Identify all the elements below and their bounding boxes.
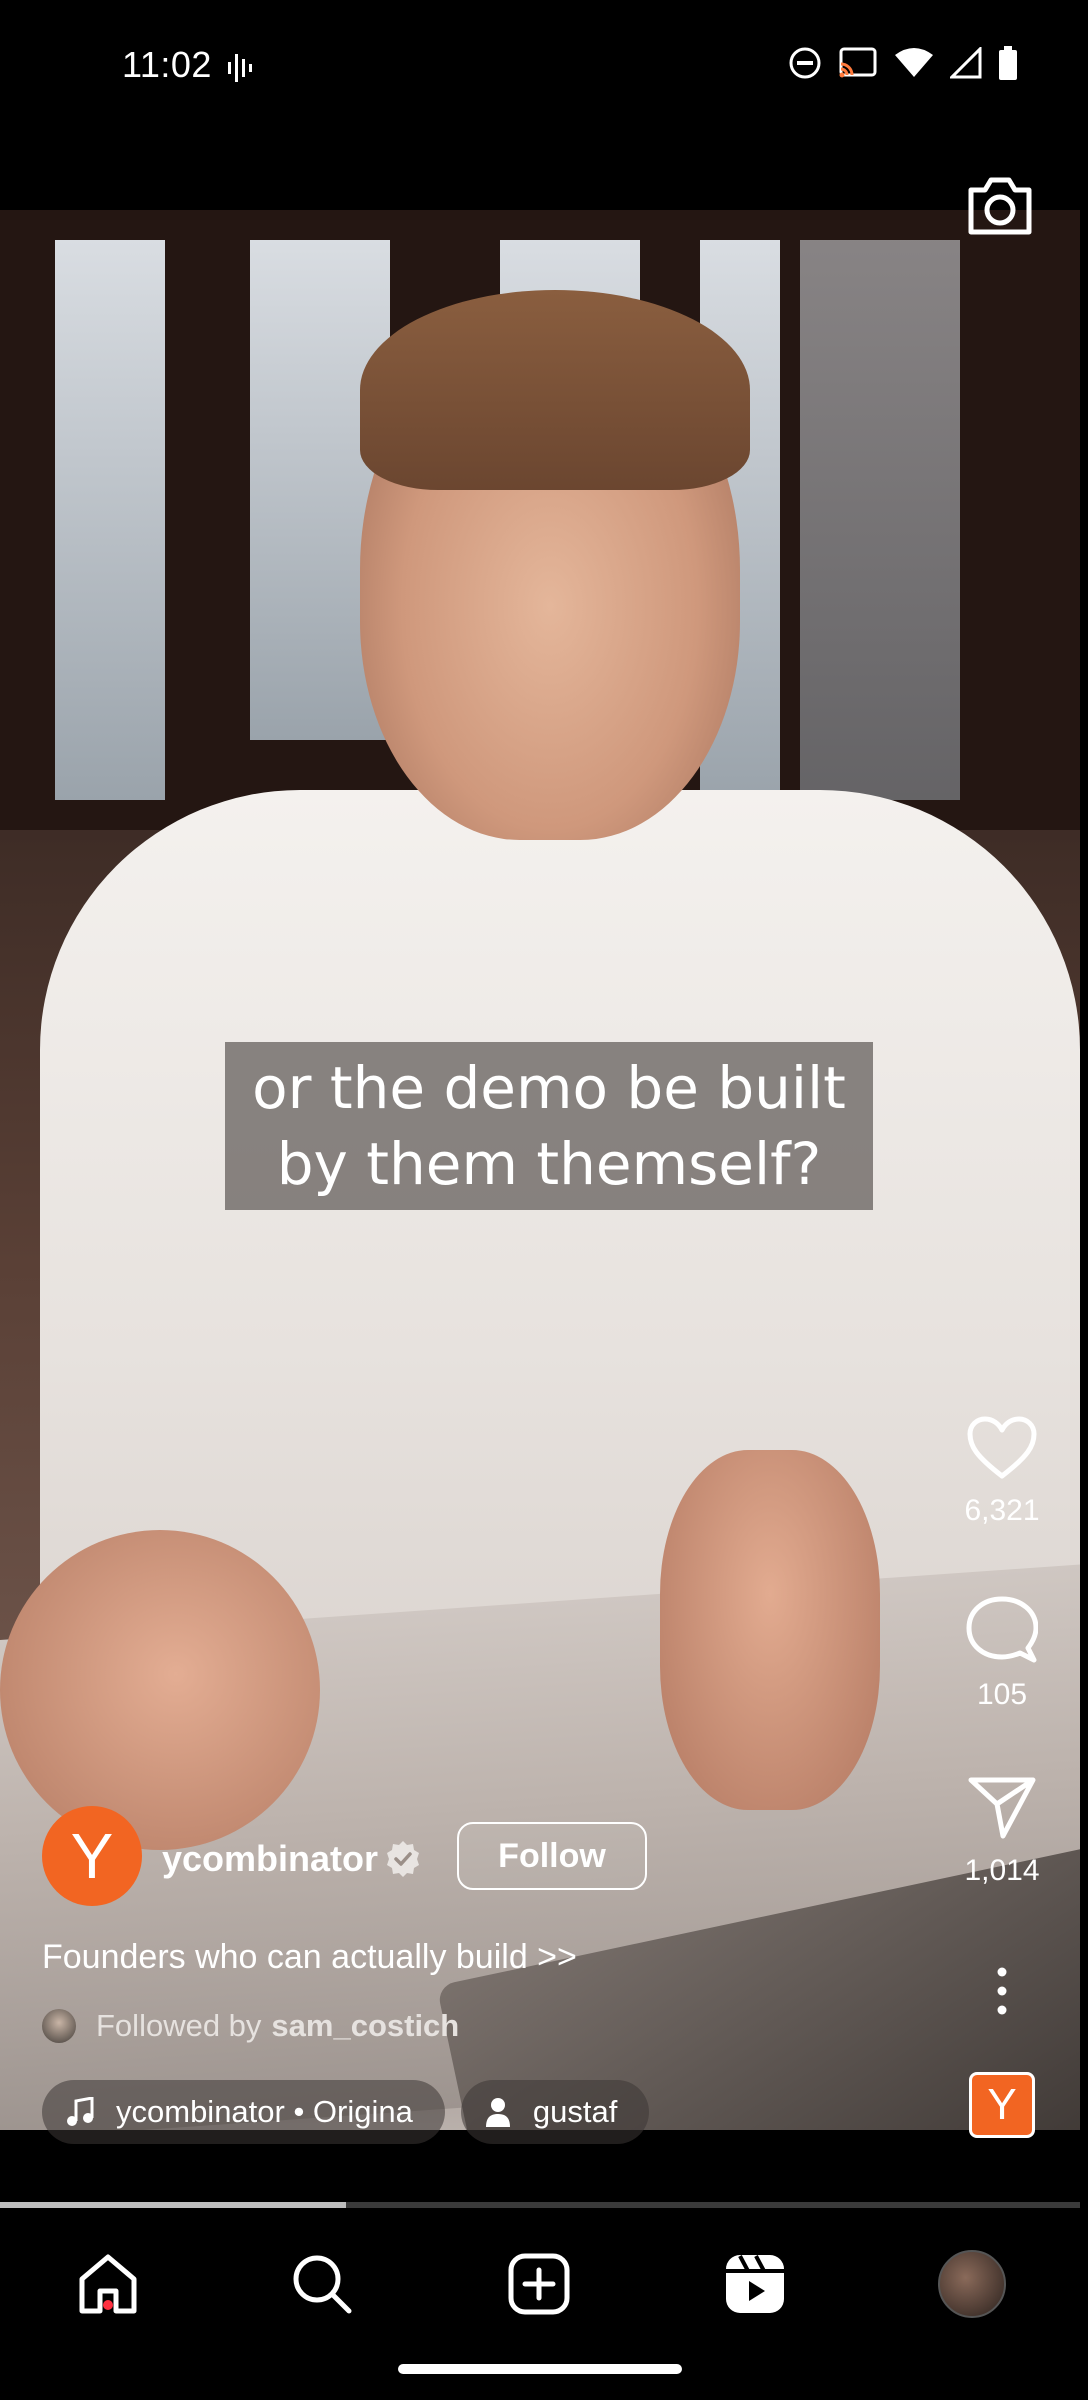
home-indicator[interactable] [398, 2364, 682, 2374]
playback-progress[interactable] [0, 2202, 1080, 2208]
like-action[interactable]: 6,321 [950, 1416, 1054, 1528]
status-time: 11:02 [122, 44, 212, 85]
caption-line-1: or the demo be built [252, 1054, 846, 1122]
audio-tile-letter: Y [987, 2080, 1017, 2129]
wifi-icon [895, 48, 933, 77]
followed-by-user: sam_costich [271, 2008, 460, 2043]
nav-profile[interactable] [932, 2244, 1012, 2324]
followed-by[interactable]: Followed by sam_costich [42, 2008, 459, 2044]
caption-line-2: by them themself? [276, 1130, 822, 1198]
comment-count: 105 [976, 1678, 1028, 1711]
cell-signal-icon [950, 47, 982, 79]
more-options-icon[interactable] [990, 1966, 1014, 2016]
share-action[interactable]: 1,014 [950, 1776, 1054, 1888]
post-description[interactable]: Founders who can actually build >> [42, 1938, 577, 1977]
followed-by-prefix: Followed by [96, 2008, 262, 2043]
share-count: 1,014 [964, 1854, 1040, 1887]
follower-avatar [42, 2009, 76, 2043]
comment-icon[interactable] [966, 1596, 1038, 1664]
search-icon [293, 2255, 352, 2314]
follow-button[interactable]: Follow [457, 1822, 647, 1890]
left-hand [0, 1530, 320, 1850]
original-audio-tile[interactable]: Y [969, 2072, 1035, 2138]
heart-icon[interactable] [966, 1416, 1038, 1480]
reels-icon [726, 2255, 784, 2313]
verified-badge-icon [387, 1841, 419, 1877]
post-chips: ycombinator • Origina gustaf [42, 2080, 650, 2144]
audio-chip-label: ycombinator • Origina [116, 2094, 413, 2129]
status-bar: 11:02 [0, 0, 1088, 135]
playback-progress-fill [0, 2202, 346, 2208]
profile-avatar [938, 2250, 1006, 2318]
camera-icon[interactable] [965, 172, 1035, 238]
home-notification-dot [103, 2300, 113, 2310]
nav-home[interactable] [68, 2244, 148, 2324]
cast-icon [839, 47, 877, 78]
person-hair [360, 290, 750, 490]
do-not-disturb-icon [789, 47, 821, 79]
nav-create[interactable] [499, 2244, 579, 2324]
battery-icon [999, 46, 1017, 80]
avatar-letter: Y [70, 1820, 114, 1892]
send-icon[interactable] [967, 1776, 1037, 1840]
author-username[interactable]: ycombinator [162, 1838, 378, 1880]
create-icon [508, 2253, 570, 2315]
right-hand [660, 1450, 880, 1810]
status-icons [788, 46, 1018, 80]
comment-action[interactable]: 105 [950, 1596, 1054, 1712]
nav-search[interactable] [282, 2244, 362, 2324]
music-note-icon [67, 2097, 94, 2126]
audio-waveform-icon [228, 54, 252, 82]
person-icon [485, 2098, 510, 2127]
tagged-person-chip[interactable]: gustaf [460, 2080, 650, 2144]
author-avatar[interactable]: Y [42, 1806, 142, 1906]
video-caption: or the demo be built by them themself? [225, 1042, 873, 1210]
audio-chip[interactable]: ycombinator • Origina [42, 2080, 445, 2144]
nav-reels[interactable] [715, 2244, 795, 2324]
tagged-person-label: gustaf [532, 2094, 618, 2129]
like-count: 6,321 [964, 1494, 1040, 1527]
